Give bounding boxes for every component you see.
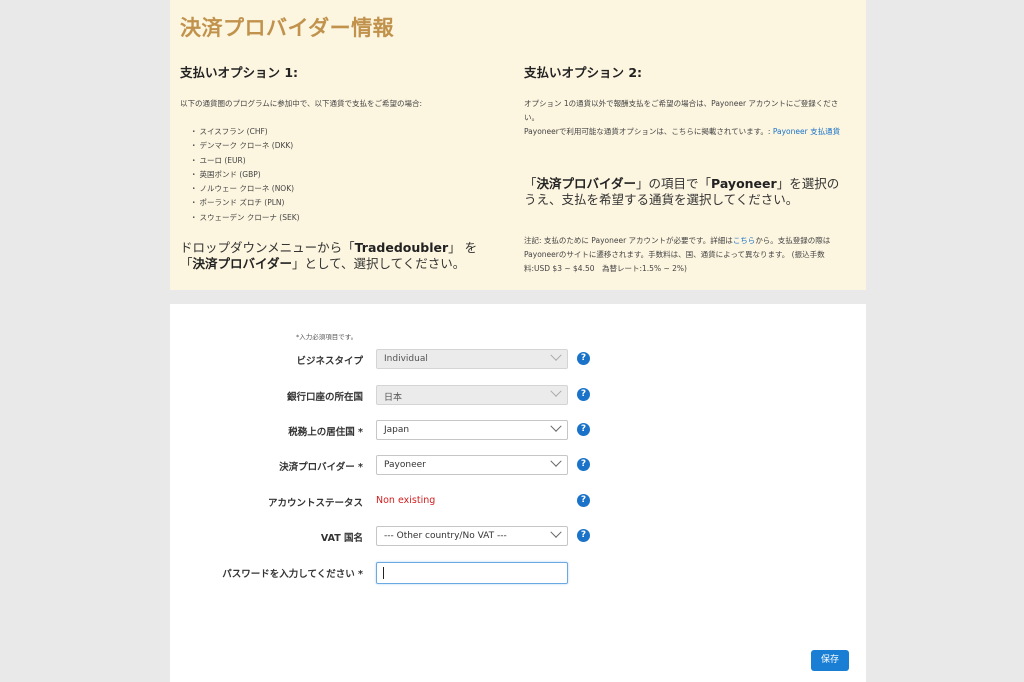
- payoneer-currencies-link[interactable]: Payoneer 支払通貨: [773, 127, 840, 136]
- chevron-down-icon: [550, 349, 562, 361]
- option-2-title: 支払いオプション 2:: [524, 65, 643, 80]
- option-1-title: 支払いオプション 1:: [180, 65, 299, 80]
- chevron-down-icon: [550, 455, 562, 467]
- list-item: 英国ポンド (GBP): [190, 168, 500, 182]
- option-1-instruction: ドロップダウンメニューから「Tradedoubler」 を「決済プロバイダー」と…: [180, 240, 478, 271]
- payment-option-2: 支払いオプション 2: オプション 1の通貨以外で報酬支払をご希望の場合は、Pa…: [524, 62, 844, 273]
- bank-country-row: 銀行口座の所在国 日本 ?: [170, 385, 866, 407]
- payment-provider-info-panel: 決済プロバイダー情報 支払いオプション 1: 以下の通貨圏のプログラムに参加中で…: [170, 0, 866, 290]
- vat-country-row: VAT 国名 --- Other country/No VAT --- ?: [170, 526, 866, 548]
- help-icon[interactable]: ?: [577, 352, 590, 365]
- password-row: パスワードを入力してください *: [170, 562, 866, 584]
- chevron-down-icon: [550, 385, 562, 397]
- business-type-select[interactable]: Individual: [376, 349, 568, 369]
- list-item: ポーランド ズロチ (PLN): [190, 196, 500, 210]
- option-2-intro: オプション 1の通貨以外で報酬支払をご希望の場合は、Payoneer アカウント…: [524, 99, 841, 136]
- account-status-label: アカウントステータス: [267, 498, 363, 509]
- password-label: パスワードを入力してください *: [222, 569, 363, 580]
- business-type-row: ビジネスタイプ Individual ?: [170, 349, 866, 371]
- text-caret: [383, 567, 384, 579]
- list-item: スイスフラン (CHF): [190, 125, 500, 139]
- tax-residence-label: 税務上の居住国 *: [288, 427, 363, 438]
- help-icon[interactable]: ?: [577, 458, 590, 471]
- tax-residence-row: 税務上の居住国 * Japan ?: [170, 420, 866, 442]
- help-icon[interactable]: ?: [577, 494, 590, 507]
- chevron-down-icon: [550, 420, 562, 432]
- option-1-intro: 以下の通貨圏のプログラムに参加中で、以下通貨で支払をご希望の場合:: [180, 99, 422, 108]
- payment-option-1: 支払いオプション 1: 以下の通貨圏のプログラムに参加中で、以下通貨で支払をご希…: [180, 62, 500, 271]
- list-item: デンマーク クローネ (DKK): [190, 139, 500, 153]
- payment-provider-row: 決済プロバイダー * Payoneer ?: [170, 455, 866, 477]
- option-2-note: 注記: 支払のために Payoneer アカウントが必要です。詳細はこちらから。…: [524, 236, 831, 273]
- bank-country-label: 銀行口座の所在国: [286, 392, 363, 403]
- save-button[interactable]: 保存: [811, 650, 849, 671]
- payment-provider-label: 決済プロバイダー *: [279, 462, 363, 473]
- help-icon[interactable]: ?: [577, 388, 590, 401]
- option-2-instruction: 「決済プロバイダー」の項目で「Payoneer」を選択のうえ、支払を希望する通貨…: [524, 176, 840, 207]
- vat-country-label: VAT 国名: [320, 533, 363, 544]
- tax-residence-select[interactable]: Japan: [376, 420, 568, 440]
- list-item: スウェーデン クローナ (SEK): [190, 211, 500, 225]
- currency-list: スイスフラン (CHF) デンマーク クローネ (DKK) ユーロ (EUR) …: [190, 125, 500, 225]
- bank-country-select[interactable]: 日本: [376, 385, 568, 405]
- help-icon[interactable]: ?: [577, 423, 590, 436]
- password-input[interactable]: [376, 562, 568, 584]
- list-item: ノルウェー クローネ (NOK): [190, 182, 500, 196]
- account-status-value: Non existing: [376, 495, 436, 506]
- payment-provider-select[interactable]: Payoneer: [376, 455, 568, 475]
- page-title: 決済プロバイダー情報: [180, 16, 395, 40]
- help-icon[interactable]: ?: [577, 529, 590, 542]
- account-status-row: アカウントステータス Non existing ?: [170, 491, 866, 513]
- required-fields-note: *入力必須項目です。: [296, 333, 358, 341]
- vat-country-select[interactable]: --- Other country/No VAT ---: [376, 526, 568, 546]
- chevron-down-icon: [550, 526, 562, 538]
- payment-settings-form: *入力必須項目です。 ビジネスタイプ Individual ? 銀行口座の所在国…: [170, 304, 866, 682]
- list-item: ユーロ (EUR): [190, 154, 500, 168]
- business-type-label: ビジネスタイプ: [296, 356, 363, 367]
- payoneer-details-link[interactable]: こちら: [733, 236, 756, 245]
